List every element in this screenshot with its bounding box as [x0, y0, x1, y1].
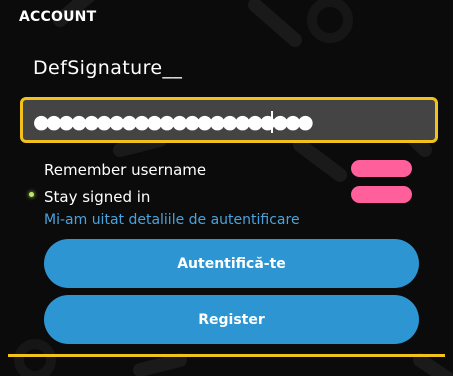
text-caret [271, 111, 273, 133]
login-button[interactable]: Autentifică-te [44, 239, 419, 288]
password-input[interactable]: ●●●●●●●●●●●●●●●●●●●●●● [20, 97, 438, 143]
remember-username-toggle[interactable] [351, 160, 412, 177]
forgot-details-link[interactable]: Mi-am uitat detaliile de autentificare [44, 212, 300, 228]
stay-signed-in-label: Stay signed in [44, 188, 151, 206]
account-panel: ACCOUNT DefSignature__ ●●●●●●●●●●●●●●●●●… [0, 0, 453, 376]
divider [8, 354, 445, 357]
password-value: ●●●●●●●●●●●●●●●●●●●●●● [33, 111, 314, 133]
section-title: ACCOUNT [19, 9, 97, 25]
register-button[interactable]: Register [44, 295, 419, 344]
stay-signed-in-toggle[interactable] [351, 186, 412, 203]
username-display: DefSignature__ [33, 57, 183, 79]
remember-username-label: Remember username [44, 161, 207, 179]
focus-indicator [29, 192, 34, 197]
